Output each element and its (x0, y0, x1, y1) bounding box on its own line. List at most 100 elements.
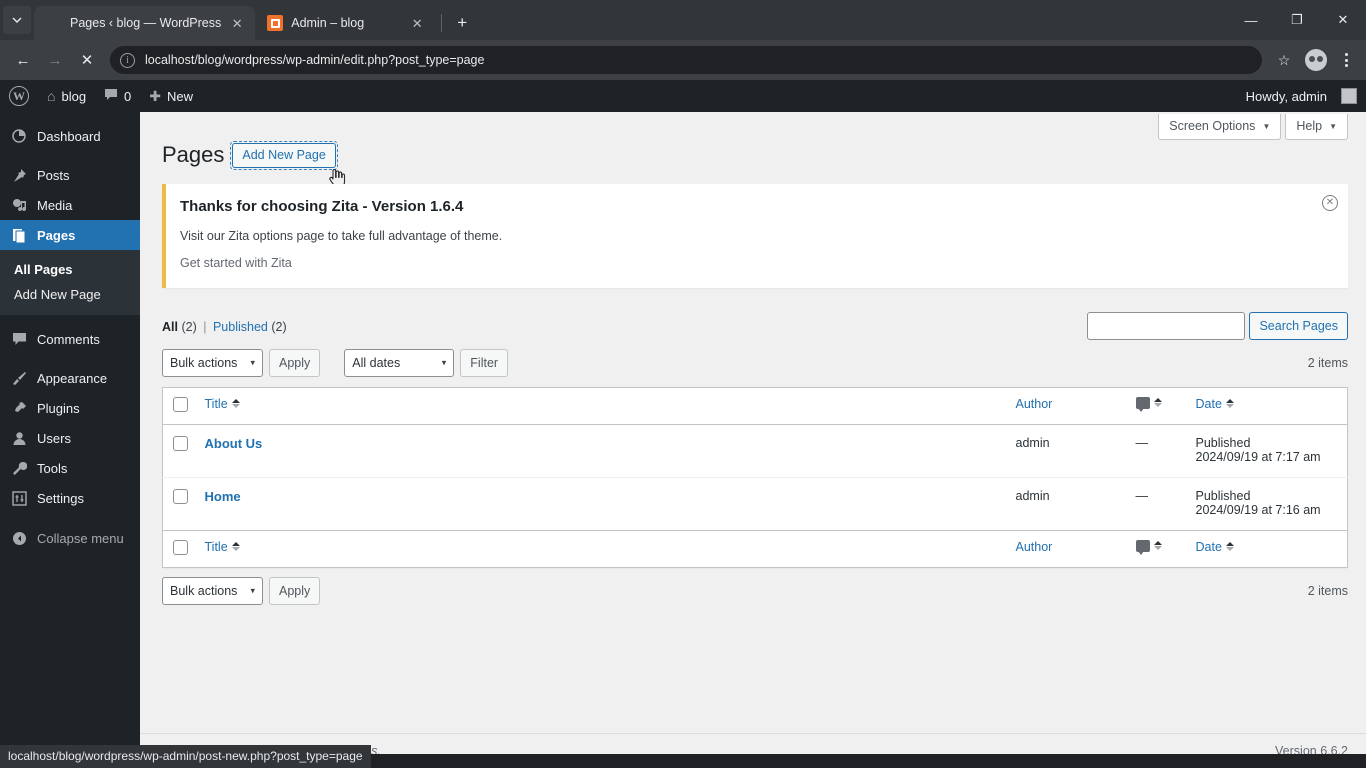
notice-link[interactable]: Get started with Zita (180, 256, 292, 270)
sort-arrows-icon[interactable] (231, 399, 240, 409)
column-header-date[interactable]: Date (1187, 387, 1348, 425)
sidebar-item-settings[interactable]: Settings (0, 483, 140, 513)
date-filter-select[interactable]: All dates (344, 348, 455, 377)
close-window-icon[interactable]: ✕ (1320, 3, 1366, 37)
browser-tab-1[interactable]: Admin – blog ✕ (255, 6, 435, 40)
search-input[interactable] (1087, 311, 1246, 340)
browser-tab-title: Pages ‹ blog — WordPress (70, 16, 222, 30)
view-published-label[interactable]: Published (213, 320, 268, 334)
screen-options-button[interactable]: Screen Options ▼ (1158, 114, 1282, 140)
profile-avatar[interactable] (1305, 49, 1327, 71)
view-all-label[interactable]: All (162, 320, 178, 334)
row-checkbox-cell (163, 424, 197, 477)
pages-icon (10, 226, 28, 244)
comments-icon (1135, 396, 1150, 412)
wp-admin-bar: W ⌂ blog 0 ✚ New Howdy, admin (0, 80, 1366, 112)
add-new-page-button[interactable]: Add New Page (230, 140, 339, 170)
search-pages-button[interactable]: Search Pages (1249, 311, 1348, 340)
back-icon[interactable]: ← (8, 45, 38, 75)
wp-logo-menu[interactable]: W (0, 80, 38, 112)
sidebar-item-tools[interactable]: Tools (0, 453, 140, 483)
sidebar-item-dashboard[interactable]: Dashboard (0, 121, 140, 151)
row-checkbox[interactable] (173, 488, 188, 504)
sort-arrows-icon[interactable] (1153, 398, 1162, 408)
stop-loading-icon[interactable]: ✕ (72, 45, 102, 75)
tab-search-area (0, 0, 34, 40)
close-icon[interactable]: ✕ (1322, 194, 1338, 211)
dates-select-wrap: All dates (344, 348, 455, 377)
media-icon (10, 196, 28, 214)
address-bar[interactable]: i localhost/blog/wordpress/wp-admin/edit… (110, 46, 1262, 74)
bulk-actions-select-bottom[interactable]: Bulk actions (162, 576, 263, 605)
column-date-label: Date (1195, 396, 1222, 411)
browser-menu-icon[interactable] (1334, 46, 1358, 74)
column-footer-title[interactable]: Title (196, 529, 1008, 568)
sidebar-item-comments[interactable]: Comments (0, 324, 140, 354)
sidebar-item-label: Pages (37, 227, 76, 243)
site-info-icon[interactable]: i (120, 52, 135, 68)
browser-tab-0[interactable]: Pages ‹ blog — WordPress ✕ (34, 6, 256, 40)
forward-icon[interactable]: → (40, 45, 70, 75)
tablenav-bottom: Bulk actions Apply 2 items (140, 568, 1366, 615)
comments-bubble-menu[interactable]: 0 (95, 80, 140, 112)
page-title-link[interactable]: About Us (205, 436, 263, 451)
view-published-count: (2) (271, 319, 287, 334)
close-icon[interactable]: ✕ (409, 15, 425, 31)
row-checkbox[interactable] (173, 435, 188, 451)
blank-favicon (46, 15, 62, 31)
sidebar-subitem-add-new-page[interactable]: Add New Page (0, 282, 140, 307)
bulk-actions-select-top[interactable]: Bulk actions (162, 348, 263, 377)
pages-table: Title Author Date About Us admin — Publi… (162, 386, 1348, 568)
sort-arrows-icon[interactable] (1225, 542, 1234, 552)
sidebar-item-posts[interactable]: Posts (0, 160, 140, 190)
admin-sidebar-menu: Dashboard Posts Media Pages All Pages Ad… (0, 112, 140, 768)
bookmark-star-icon[interactable]: ☆ (1270, 46, 1298, 74)
column-author-label: Author (1015, 539, 1053, 554)
page-title-link[interactable]: Home (205, 489, 241, 504)
row-date-status: Published (1195, 488, 1251, 503)
admin-content: Screen Options ▼ Help ▼ Pages Add New Pa… (140, 112, 1366, 768)
column-title-label: Title (204, 396, 228, 411)
new-tab-button[interactable]: + (448, 9, 476, 37)
sidebar-item-users[interactable]: Users (0, 423, 140, 453)
column-footer-date[interactable]: Date (1187, 529, 1348, 568)
column-header-comments[interactable] (1127, 387, 1188, 425)
column-footer-comments[interactable] (1127, 529, 1188, 568)
select-all-checkbox-footer[interactable] (173, 539, 188, 555)
tablenav-top: Bulk actions Apply All dates Filter 2 it… (140, 340, 1366, 387)
my-account-menu[interactable]: Howdy, admin (1237, 80, 1366, 112)
wrench-icon (10, 459, 28, 477)
close-icon[interactable]: ✕ (229, 15, 245, 31)
tab-divider (441, 14, 443, 32)
sidebar-item-pages[interactable]: Pages (0, 220, 140, 250)
maximize-icon[interactable]: ❐ (1274, 3, 1320, 37)
help-button[interactable]: Help ▼ (1285, 114, 1348, 140)
sidebar-item-plugins[interactable]: Plugins (0, 393, 140, 423)
sort-arrows-icon[interactable] (231, 542, 240, 552)
collapse-menu-button[interactable]: Collapse menu (0, 523, 140, 553)
site-name-menu[interactable]: ⌂ blog (38, 80, 95, 112)
sidebar-item-appearance[interactable]: Appearance (0, 363, 140, 393)
sidebar-item-media[interactable]: Media (0, 190, 140, 220)
apply-button-bottom[interactable]: Apply (269, 576, 321, 605)
column-title-label: Title (204, 539, 228, 554)
column-header-author: Author (1007, 387, 1128, 425)
filter-button[interactable]: Filter (460, 348, 509, 377)
apply-button-top[interactable]: Apply (269, 348, 321, 377)
row-date-cell: Published 2024/09/19 at 7:16 am (1187, 476, 1348, 531)
select-all-checkbox[interactable] (173, 396, 188, 412)
sort-arrows-icon[interactable] (1225, 399, 1234, 409)
column-header-title[interactable]: Title (196, 387, 1008, 425)
minimize-icon[interactable]: — (1228, 3, 1274, 37)
sidebar-item-label: Plugins (37, 400, 80, 416)
chevron-down-icon[interactable] (3, 6, 31, 34)
new-content-menu[interactable]: ✚ New (140, 80, 202, 112)
site-name-label: blog (61, 88, 87, 104)
sort-arrows-icon[interactable] (1153, 541, 1162, 551)
row-author-cell: admin (1007, 476, 1128, 531)
sidebar-subitem-all-pages[interactable]: All Pages (0, 257, 140, 282)
browser-toolbar: ← → ✕ i localhost/blog/wordpress/wp-admi… (0, 40, 1366, 80)
chevron-down-icon: ▼ (1262, 121, 1271, 131)
items-count-top: 2 items (1307, 355, 1348, 370)
views-separator: | (203, 319, 207, 334)
